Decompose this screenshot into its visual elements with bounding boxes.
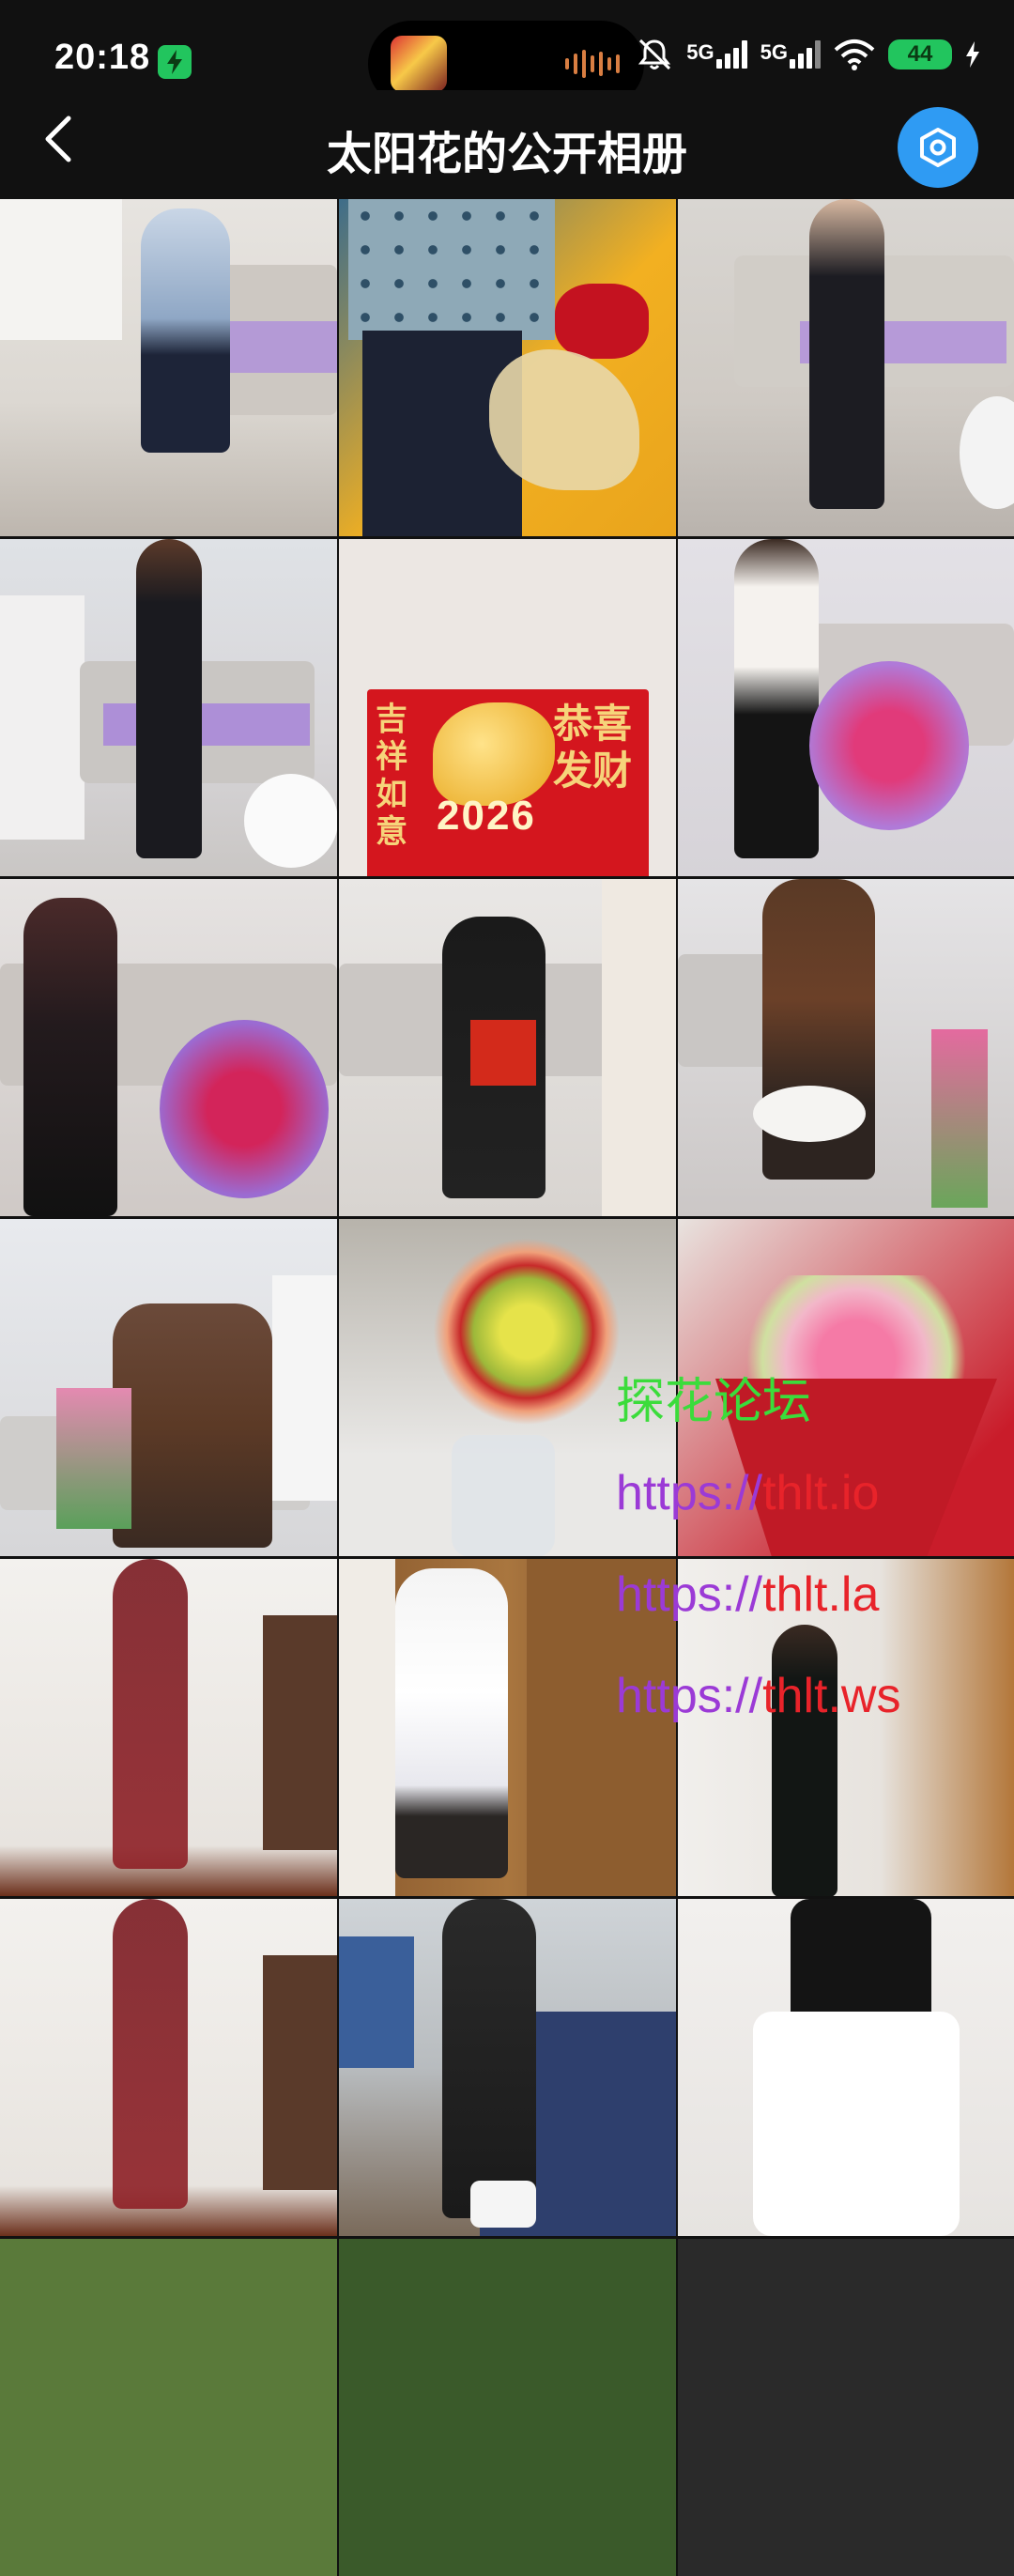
status-icons: 5G 5G 44 xyxy=(636,38,980,71)
photo-thumbnail[interactable] xyxy=(0,199,337,536)
settings-hexagon-icon xyxy=(920,128,956,167)
mute-bell-icon xyxy=(638,39,671,70)
watermark-line-4: https://thlt.ws xyxy=(616,1669,901,1723)
charging-icon xyxy=(158,45,192,79)
settings-button[interactable] xyxy=(898,107,978,188)
new-year-card: 吉祥如意 恭喜发财 2026 xyxy=(367,689,649,876)
photo-thumbnail[interactable] xyxy=(678,2239,1014,2576)
battery-level: 44 xyxy=(888,39,952,69)
status-time: 20:18 xyxy=(54,38,151,77)
signal-icon xyxy=(790,40,821,69)
top-app-bar: 太阳花的公开相册 xyxy=(0,90,1014,193)
photo-thumbnail[interactable]: 吉祥如意 恭喜发财 2026 xyxy=(339,539,676,876)
network-type-2: 5G xyxy=(760,40,788,64)
horse-graphic xyxy=(433,702,555,806)
watermark-line-2: https://thlt.io xyxy=(616,1466,880,1520)
photo-grid: 吉祥如意 恭喜发财 2026 xyxy=(0,199,1014,2576)
signal-icon xyxy=(715,40,747,69)
watermark-line-3: https://thlt.la xyxy=(616,1567,880,1622)
photo-thumbnail[interactable] xyxy=(0,1899,337,2236)
photo-thumbnail[interactable] xyxy=(0,539,337,876)
card-year: 2026 xyxy=(437,793,536,839)
media-thumbnail xyxy=(391,36,447,92)
photo-thumbnail[interactable] xyxy=(0,879,337,1216)
photo-thumbnail[interactable] xyxy=(0,2239,337,2576)
photo-thumbnail[interactable] xyxy=(339,2239,676,2576)
page-title: 太阳花的公开相册 xyxy=(326,130,687,179)
photo-thumbnail[interactable] xyxy=(339,879,676,1216)
photo-thumbnail[interactable] xyxy=(678,199,1014,536)
audio-wave-icon xyxy=(565,49,620,79)
photo-thumbnail[interactable] xyxy=(339,199,676,536)
card-right-text: 恭喜发财 xyxy=(552,702,632,793)
photo-thumbnail[interactable] xyxy=(678,539,1014,876)
photo-thumbnail[interactable] xyxy=(0,1559,337,1896)
photo-thumbnail[interactable] xyxy=(678,1899,1014,2236)
watermark-line-1: 探花论坛 xyxy=(616,1375,812,1429)
photo-thumbnail[interactable] xyxy=(339,1899,676,2236)
photo-thumbnail[interactable] xyxy=(678,879,1014,1216)
charging-bolt-icon xyxy=(966,41,979,68)
network-type-1: 5G xyxy=(686,40,714,64)
wifi-icon xyxy=(834,39,875,70)
card-left-text: 吉祥如意 xyxy=(376,702,407,850)
photo-thumbnail[interactable] xyxy=(0,1219,337,1556)
